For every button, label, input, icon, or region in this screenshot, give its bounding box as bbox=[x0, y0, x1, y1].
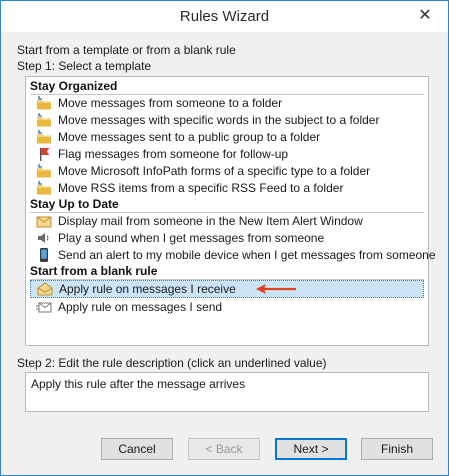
folder-arrow-icon bbox=[37, 180, 51, 194]
annotation-arrow-icon bbox=[256, 284, 296, 294]
list-item[interactable]: Move messages from someone to a folder bbox=[36, 94, 424, 111]
list-item[interactable]: Move messages with specific words in the… bbox=[36, 111, 424, 128]
title-bar: Rules Wizard ✕ bbox=[1, 1, 448, 32]
finish-button[interactable]: Finish bbox=[361, 438, 433, 460]
window-title: Rules Wizard bbox=[179, 8, 270, 25]
step1-label: Step 1: Select a template bbox=[17, 59, 152, 73]
list-item[interactable]: Display mail from someone in the New Ite… bbox=[36, 212, 424, 229]
close-icon[interactable]: ✕ bbox=[416, 7, 434, 25]
group-header-stay-organized: Stay Organized bbox=[30, 79, 118, 93]
rule-description-text: Apply this rule after the message arrive… bbox=[31, 377, 246, 391]
group-header-stay-up-to-date: Stay Up to Date bbox=[30, 197, 119, 211]
template-list[interactable]: Stay Organized Move messages from someon… bbox=[25, 76, 436, 346]
speaker-icon bbox=[38, 232, 49, 243]
list-item[interactable]: Play a sound when I get messages from so… bbox=[36, 229, 424, 246]
back-button[interactable]: < Back bbox=[188, 438, 260, 460]
folder-arrow-icon bbox=[37, 112, 51, 126]
list-item[interactable]: Send an alert to my mobile device when I… bbox=[36, 246, 436, 263]
folder-arrow-icon bbox=[37, 129, 51, 143]
group-header-blank-rule: Start from a blank rule bbox=[30, 264, 158, 278]
folder-arrow-icon bbox=[37, 95, 51, 109]
folder-arrow-icon bbox=[37, 163, 51, 177]
list-item[interactable]: Move Microsoft InfoPath forms of a speci… bbox=[36, 162, 424, 179]
envelope-alert-icon bbox=[36, 216, 52, 227]
next-button[interactable]: Next > bbox=[275, 438, 347, 460]
list-item[interactable]: Move RSS items from a specific RSS Feed … bbox=[36, 179, 424, 196]
list-item-selected[interactable]: Apply rule on messages I receive bbox=[30, 280, 424, 298]
step2-label: Step 2: Edit the rule description (click… bbox=[17, 356, 327, 370]
send-envelope-icon bbox=[36, 302, 52, 312]
mobile-device-icon bbox=[40, 247, 48, 262]
cancel-button[interactable]: Cancel bbox=[101, 438, 173, 460]
rule-description-box[interactable]: Apply this rule after the message arrive… bbox=[25, 372, 429, 412]
list-item[interactable]: Apply rule on messages I send bbox=[36, 298, 424, 315]
rules-wizard-dialog: Rules Wizard ✕ Start from a template or … bbox=[0, 0, 449, 476]
open-envelope-icon bbox=[37, 282, 53, 296]
list-item[interactable]: Move messages sent to a public group to … bbox=[36, 128, 424, 145]
list-item[interactable]: Flag messages from someone for follow-up bbox=[36, 145, 424, 162]
intro-text: Start from a template or from a blank ru… bbox=[17, 43, 236, 57]
flag-icon bbox=[40, 147, 50, 161]
